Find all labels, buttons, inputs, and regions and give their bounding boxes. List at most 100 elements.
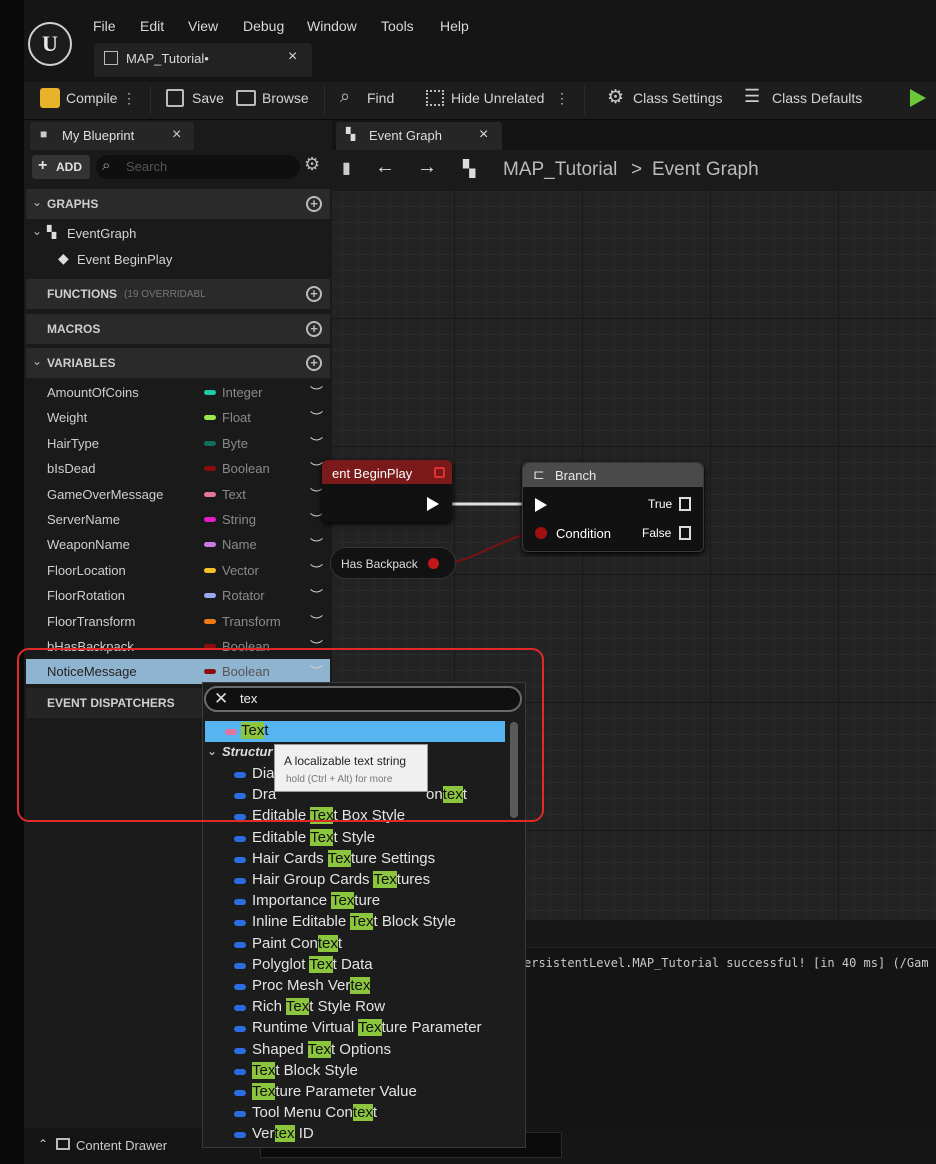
- type-item-label: Texture Parameter Value: [252, 1083, 417, 1100]
- variable-row[interactable]: WeaponName Name ︶: [26, 532, 330, 557]
- branch-node[interactable]: ⊏ Branch True Condition False: [522, 462, 704, 552]
- blueprint-search-input[interactable]: ⌕ Search: [96, 155, 300, 179]
- variable-row[interactable]: FloorTransform Transform ︶: [26, 609, 330, 634]
- type-item[interactable]: Polyglot Text Data: [234, 955, 504, 976]
- tree-item-event-beginplay[interactable]: Event BeginPlay: [77, 252, 172, 267]
- tree-item-eventgraph[interactable]: EventGraph: [67, 226, 136, 241]
- document-tab-close-icon[interactable]: ×: [288, 48, 297, 66]
- variable-type[interactable]: Integer: [222, 385, 262, 400]
- delegate-pin-icon[interactable]: [434, 467, 445, 478]
- add-variable-icon[interactable]: +: [306, 355, 322, 371]
- forward-arrow-icon[interactable]: →: [417, 156, 437, 179]
- variable-chevron-icon[interactable]: ︶: [310, 407, 323, 426]
- menu-tools[interactable]: Tools: [381, 18, 414, 34]
- add-button[interactable]: + ADD: [32, 155, 90, 179]
- variable-chevron-icon[interactable]: ︶: [310, 585, 323, 604]
- type-item-label: Rich Text Style Row: [252, 998, 385, 1016]
- event-graph-tab-close-icon[interactable]: ×: [479, 126, 488, 144]
- browse-button[interactable]: Browse: [262, 90, 309, 106]
- struct-pill-icon: [234, 878, 246, 884]
- content-drawer-button[interactable]: Content Drawer: [76, 1138, 167, 1153]
- variable-chevron-icon[interactable]: ︶: [310, 611, 323, 630]
- type-item[interactable]: Rich Text Style Row: [234, 998, 504, 1018]
- variable-chevron-icon[interactable]: ︶: [310, 560, 323, 579]
- compile-button[interactable]: Compile: [66, 90, 117, 106]
- condition-pin-icon[interactable]: [535, 527, 547, 539]
- variable-row[interactable]: ServerName String ︶: [26, 507, 330, 532]
- breadcrumb-root[interactable]: MAP_Tutorial: [503, 159, 617, 181]
- variable-chevron-icon[interactable]: ︶: [310, 382, 323, 401]
- my-blueprint-tab-close-icon[interactable]: ×: [172, 126, 181, 144]
- settings-gear-icon[interactable]: ⚙: [304, 154, 320, 175]
- add-macro-icon[interactable]: +: [306, 321, 322, 337]
- variable-row[interactable]: FloorRotation Rotator ︶: [26, 583, 330, 608]
- variable-chevron-icon[interactable]: ︶: [310, 433, 323, 452]
- variable-type[interactable]: Byte: [222, 436, 248, 451]
- variable-type[interactable]: Transform: [222, 614, 281, 629]
- type-item[interactable]: Proc Mesh Vertex: [234, 977, 504, 997]
- type-item[interactable]: Vertex ID: [234, 1125, 504, 1145]
- macros-section-header[interactable]: MACROS +: [26, 314, 330, 344]
- type-item[interactable]: Shaped Text Options: [234, 1040, 504, 1061]
- variable-chevron-icon[interactable]: ︶: [310, 534, 323, 553]
- menu-edit[interactable]: Edit: [140, 18, 164, 34]
- type-item[interactable]: Texture Parameter Value: [234, 1083, 504, 1103]
- type-item[interactable]: Editable Text Style: [234, 828, 504, 849]
- variable-row[interactable]: HairType Byte ︶: [26, 431, 330, 456]
- type-item[interactable]: Paint Context: [234, 934, 504, 955]
- variable-type[interactable]: Float: [222, 410, 251, 425]
- add-graph-icon[interactable]: +: [306, 196, 322, 212]
- menu-window[interactable]: Window: [307, 18, 357, 34]
- variable-row[interactable]: AmountOfCoins Integer ︶: [26, 380, 330, 405]
- variable-row[interactable]: FloorLocation Vector ︶: [26, 558, 330, 583]
- exec-out-pin-icon[interactable]: [427, 497, 439, 511]
- compile-icon[interactable]: [40, 88, 60, 108]
- menu-help[interactable]: Help: [440, 18, 469, 34]
- variable-type[interactable]: Text: [222, 487, 246, 502]
- variable-type[interactable]: String: [222, 512, 256, 527]
- variable-type[interactable]: Rotator: [222, 588, 265, 603]
- compile-options-icon[interactable]: ⋮: [122, 90, 136, 107]
- hide-unrelated-options-icon[interactable]: ⋮: [555, 90, 569, 107]
- hide-unrelated-button[interactable]: Hide Unrelated: [451, 90, 544, 106]
- play-icon[interactable]: [910, 89, 926, 107]
- find-button[interactable]: Find: [367, 90, 394, 106]
- save-button[interactable]: Save: [192, 90, 224, 106]
- variable-row[interactable]: bIsDead Boolean ︶: [26, 456, 330, 481]
- graphs-section-header[interactable]: ⌄ GRAPHS +: [26, 189, 330, 219]
- type-item[interactable]: Text Block Style: [234, 1061, 504, 1082]
- variables-section-header[interactable]: ⌄ VARIABLES +: [26, 348, 330, 378]
- class-defaults-button[interactable]: Class Defaults: [772, 90, 862, 106]
- document-tab[interactable]: MAP_Tutorial• ×: [94, 43, 312, 77]
- type-item[interactable]: Importance Texture: [234, 892, 504, 912]
- menu-view[interactable]: View: [188, 18, 218, 34]
- class-settings-button[interactable]: Class Settings: [633, 90, 722, 106]
- type-item[interactable]: Hair Group Cards Textures: [234, 871, 504, 891]
- variable-type[interactable]: Boolean: [222, 461, 270, 476]
- add-function-icon[interactable]: +: [306, 286, 322, 302]
- event-beginplay-node[interactable]: ent BeginPlay: [322, 460, 452, 522]
- type-item[interactable]: Tool Menu Context: [234, 1104, 504, 1124]
- variable-row[interactable]: Weight Float ︶: [26, 405, 330, 430]
- menu-file[interactable]: File: [93, 18, 116, 34]
- functions-section-header[interactable]: FUNCTIONS (19 OVERRIDABL +: [26, 279, 330, 309]
- variable-type[interactable]: Name: [222, 537, 257, 552]
- has-backpack-getter-node[interactable]: Has Backpack: [330, 547, 456, 579]
- unreal-logo[interactable]: U: [28, 22, 72, 66]
- type-item[interactable]: Hair Cards Texture Settings: [234, 849, 504, 870]
- bookmark-icon[interactable]: ▮: [342, 158, 351, 178]
- exec-in-pin-icon[interactable]: [535, 498, 547, 512]
- menu-debug[interactable]: Debug: [243, 18, 284, 34]
- event-graph-tab[interactable]: ▚ Event Graph ×: [336, 122, 502, 150]
- type-item[interactable]: Runtime Virtual Texture Parameter: [234, 1019, 504, 1039]
- variable-name: HairType: [47, 435, 100, 451]
- false-exec-pin-icon[interactable]: [679, 526, 691, 540]
- true-exec-pin-icon[interactable]: [679, 497, 691, 511]
- type-item[interactable]: Inline Editable Text Block Style: [234, 913, 504, 933]
- variable-row[interactable]: GameOverMessage Text ︶: [26, 482, 330, 507]
- variable-name: FloorTransform: [47, 613, 136, 629]
- variable-type[interactable]: Vector: [222, 563, 259, 578]
- back-arrow-icon[interactable]: ←: [375, 156, 395, 179]
- boolean-out-pin-icon[interactable]: [428, 558, 439, 569]
- my-blueprint-tab[interactable]: ■ My Blueprint ×: [30, 122, 194, 150]
